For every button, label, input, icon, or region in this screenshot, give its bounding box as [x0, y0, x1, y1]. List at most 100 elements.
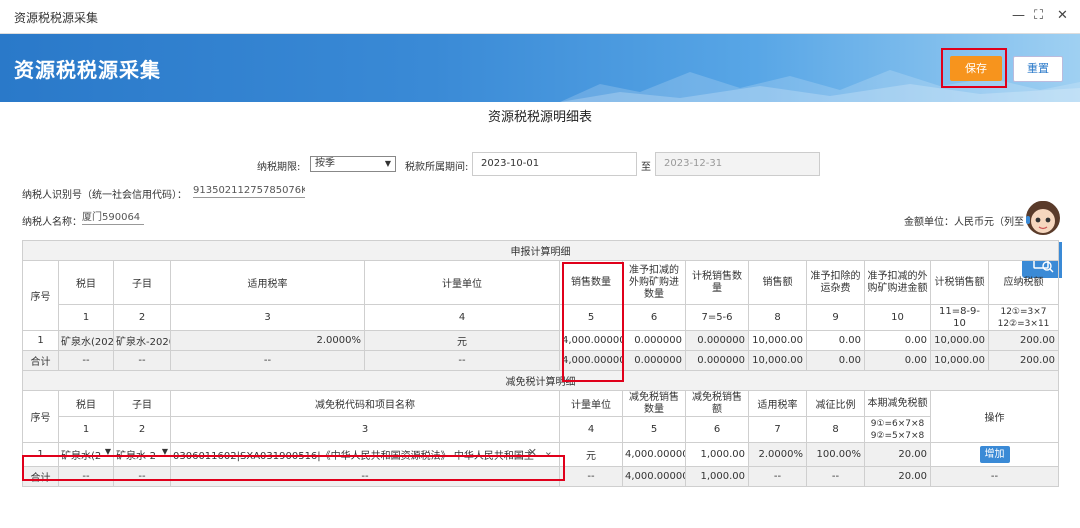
select-arrow-icon: ▼: [161, 447, 168, 456]
declare-row-item: 矿泉水(2020: [58, 330, 114, 351]
declare-sum-sales: 10,000.00: [748, 350, 807, 371]
declare-sum-subitem: --: [113, 350, 171, 371]
declare-index-9: 9: [806, 304, 865, 331]
period-select-value: 按季: [315, 158, 335, 169]
declare-index-11: 11=8-9-10: [930, 304, 989, 331]
relief-sum-code-name: --: [170, 466, 560, 487]
relief-row-ratio: 100.00%: [806, 442, 865, 467]
relief-header-unit: 计量单位: [559, 390, 623, 417]
relief-row-seq: 1: [22, 442, 59, 467]
relief-header-subitem: 子目: [113, 390, 171, 417]
minimize-icon[interactable]: —: [1012, 8, 1025, 23]
declare-header-sales: 销售额: [748, 260, 807, 305]
relief-row: 1 矿泉水(2 ▼ 矿泉水-2 ▼ 0306011602|SXA03190051…: [22, 442, 1059, 467]
relief-section-title: 减免税计算明细: [22, 370, 1059, 391]
close-icon[interactable]: ✕: [1057, 8, 1068, 23]
declare-sum-rate: --: [170, 350, 365, 371]
select-arrow-icon: ▼: [384, 159, 391, 168]
declare-row-unit: 元: [364, 330, 560, 351]
relief-sum-row: 合计 -- -- -- -- 4,000.000000 1,000.00 -- …: [22, 466, 1059, 487]
relief-index-5: 5: [622, 416, 686, 443]
declare-header-item: 税目: [58, 260, 114, 305]
save-highlight-box: 保存: [941, 48, 1007, 88]
declare-sum-deduct-amt: 0.00: [864, 350, 931, 371]
declare-row-subitem: 矿泉水-2020: [113, 330, 171, 351]
relief-header-item: 税目: [58, 390, 114, 417]
declare-sum-item: --: [58, 350, 114, 371]
declare-row-deduct-amt-input[interactable]: 0.00: [864, 330, 931, 351]
declare-row-taxable-qty: 0.000000: [685, 330, 749, 351]
relief-row-sales-input[interactable]: 1,000.00: [685, 442, 749, 467]
declare-header-qty: 销售数量: [559, 260, 623, 305]
window-title: 资源税税源采集: [14, 11, 99, 25]
relief-sum-item: --: [58, 466, 114, 487]
declare-index-3: 3: [170, 304, 365, 331]
declare-row-sales-input[interactable]: 10,000.00: [748, 330, 807, 351]
relief-header-op: 操作: [930, 390, 1059, 443]
relief-sum-sales: 1,000.00: [685, 466, 749, 487]
assistant-avatar-icon[interactable]: [1020, 194, 1066, 240]
declare-header-subitem: 子目: [113, 260, 171, 305]
period-select[interactable]: 按季 ▼: [310, 156, 396, 172]
relief-index-7: 7: [748, 416, 807, 443]
amount-unit-label: 金额单位：人民币元（列至: [904, 217, 1024, 228]
declare-row-deduct-qty-input[interactable]: 0.000000: [622, 330, 686, 351]
header-banner: 资源税税源采集 保存 重置: [0, 34, 1080, 102]
declare-index-6: 6: [622, 304, 686, 331]
declare-sum-unit: --: [364, 350, 560, 371]
declare-row-qty-input[interactable]: 4,000.000000: [559, 330, 623, 351]
relief-sum-unit: --: [559, 466, 623, 487]
relief-index-8: 8: [806, 416, 865, 443]
relief-sum-subitem: --: [113, 466, 171, 487]
relief-row-amount: 20.00: [864, 442, 931, 467]
taxpayer-id-field[interactable]: 91350211275785076K: [193, 184, 305, 198]
declare-header-unit: 计量单位: [364, 260, 560, 305]
start-date-input[interactable]: 2023-10-01: [472, 152, 637, 176]
chevron-down-icon[interactable]: ⌄: [544, 445, 553, 458]
relief-index-2: 2: [113, 416, 171, 443]
relief-header-rate: 适用税率: [748, 390, 807, 417]
save-button[interactable]: 保存: [950, 56, 1002, 81]
relief-sum-op: --: [930, 466, 1059, 487]
maximize-icon[interactable]: ⛶: [1034, 8, 1043, 23]
clear-icon[interactable]: ✕: [528, 446, 537, 459]
declare-row: 1 矿泉水(2020 矿泉水-2020 2.0000% 元 4,000.0000…: [22, 330, 1059, 351]
relief-row-op: 增加: [930, 442, 1059, 467]
reset-button[interactable]: 重置: [1013, 56, 1063, 82]
declare-row-seq: 1: [22, 330, 59, 351]
relief-code-select[interactable]: 0306011602|SXA031900516|《中华人民共和国资源税法》 中华…: [170, 442, 560, 467]
declare-header-taxable-sales: 计税销售额: [930, 260, 989, 305]
declare-header-deduct-qty: 准予扣减的外购矿购进数量: [622, 260, 686, 305]
relief-index-1: 1: [58, 416, 114, 443]
declare-sum-taxable-qty: 0.000000: [685, 350, 749, 371]
declare-sum-label: 合计: [22, 350, 59, 371]
relief-header-sales: 减免税销售额: [685, 390, 749, 417]
relief-code-value: 0306011602|SXA031900516|《中华人民共和国资源税法》 中华…: [173, 451, 534, 462]
declare-header-rate: 适用税率: [170, 260, 365, 305]
relief-subitem-select[interactable]: 矿泉水-2 ▼: [113, 442, 171, 467]
relief-header-qty: 减免税销售数量: [622, 390, 686, 417]
declare-header-freight: 准予扣除的运杂费: [806, 260, 865, 305]
relief-item-select[interactable]: 矿泉水(2 ▼: [58, 442, 114, 467]
declare-index-1: 1: [58, 304, 114, 331]
relief-index-6: 6: [685, 416, 749, 443]
add-button[interactable]: 增加: [979, 446, 1010, 463]
declare-index-8: 8: [748, 304, 807, 331]
relief-header-seq: 序号: [22, 390, 59, 443]
relief-index-4: 4: [559, 416, 623, 443]
declare-row-taxable-sales: 10,000.00: [930, 330, 989, 351]
declare-section-title: 申报计算明细: [22, 240, 1059, 261]
declare-sum-row: 合计 -- -- -- -- 4,000.000000 0.000000 0.0…: [22, 350, 1059, 371]
end-date-input[interactable]: 2023-12-31: [655, 152, 820, 176]
declare-row-freight-input[interactable]: 0.00: [806, 330, 865, 351]
declare-sum-qty: 4,000.000000: [559, 350, 623, 371]
declare-index-10: 10: [864, 304, 931, 331]
to-label: 至: [641, 162, 651, 173]
relief-row-qty-input[interactable]: 4,000.000000: [622, 442, 686, 467]
relief-header-amount: 本期减免税额: [864, 390, 931, 417]
declare-header-deduct-amt: 准予扣减的外购矿购进金额: [864, 260, 931, 305]
taxpayer-name-field[interactable]: 厦门590064: [82, 211, 144, 225]
declare-header-tax: 应纳税额: [988, 260, 1059, 305]
declare-index-7: 7=5-6: [685, 304, 749, 331]
report-title: 资源税税源明细表: [487, 110, 592, 125]
